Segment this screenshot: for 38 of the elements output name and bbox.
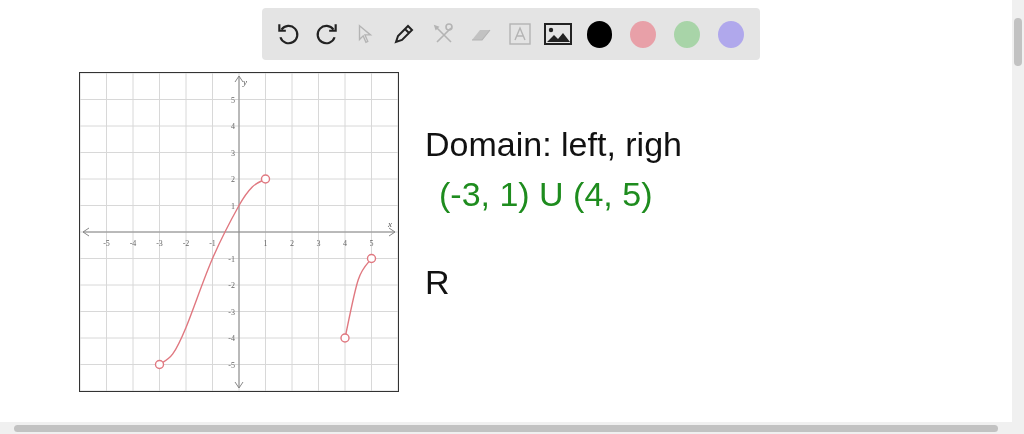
tick-label: -5 xyxy=(103,239,110,248)
tick-label: 5 xyxy=(231,95,235,105)
image-icon xyxy=(544,22,573,46)
color-swatch[interactable] xyxy=(630,20,657,48)
color-swatch[interactable] xyxy=(718,20,744,48)
color-swatch[interactable] xyxy=(586,20,613,48)
open-circle-marker xyxy=(340,333,350,343)
open-circle-marker xyxy=(154,359,165,370)
tick-label: 1 xyxy=(263,239,268,248)
tick-label: 2 xyxy=(231,175,235,184)
tick-label: 4 xyxy=(343,239,347,248)
tick-label: -4 xyxy=(228,334,235,343)
tick-label: -1 xyxy=(228,254,235,264)
axis-label: x xyxy=(388,219,392,229)
tick-label: 3 xyxy=(316,239,321,248)
horizontal-scrollbar[interactable] xyxy=(0,422,1012,434)
tick-label: -3 xyxy=(228,307,235,317)
axis-label: y xyxy=(243,77,247,87)
tick-label: -2 xyxy=(228,281,235,290)
tick-label: 2 xyxy=(290,239,294,248)
tick-label: -5 xyxy=(228,360,235,370)
tick-label: 1 xyxy=(231,201,235,211)
text-box-icon xyxy=(507,22,532,46)
vertical-scrollbar[interactable] xyxy=(1012,0,1024,434)
color-swatch[interactable] xyxy=(674,20,701,48)
handwritten-note: (-3, 1) U (4, 5) xyxy=(439,174,654,215)
tick-label: -3 xyxy=(156,239,163,248)
tick-label: 4 xyxy=(231,122,235,131)
pen-icon xyxy=(391,22,416,46)
open-circle-marker xyxy=(366,253,377,264)
tick-label: 5 xyxy=(369,239,374,248)
tick-label: -2 xyxy=(182,239,190,248)
handwritten-note: Domain: left, righ xyxy=(425,124,682,165)
tick-label: -4 xyxy=(129,239,137,248)
open-circle-marker xyxy=(260,174,271,184)
tick-label: 3 xyxy=(231,148,235,158)
handwritten-note: R xyxy=(425,262,451,303)
tick-label: -1 xyxy=(209,239,216,248)
